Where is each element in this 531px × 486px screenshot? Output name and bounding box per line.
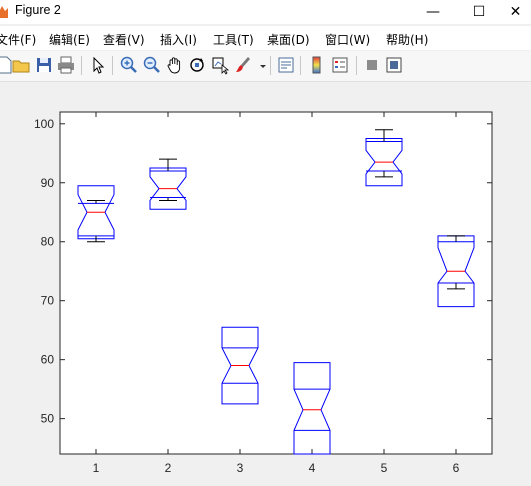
link-plot-icon[interactable] (276, 55, 296, 75)
menu-desktop[interactable]: 桌面(D) (267, 31, 310, 48)
legend-icon[interactable] (330, 55, 350, 75)
y-tick-label: 50 (41, 412, 55, 426)
minimize-button[interactable]: — (410, 0, 456, 24)
minimize-icon: — (426, 4, 440, 20)
rotate-3d-icon[interactable] (187, 55, 207, 75)
pan-hand-icon[interactable] (165, 55, 185, 75)
plot-area (59, 111, 493, 455)
toolbar-separator (112, 56, 113, 75)
title-bar: Figure 2 — ☐ ✕ (0, 0, 531, 24)
menu-help[interactable]: 帮助(H) (386, 31, 428, 48)
toolbar-separator (270, 56, 271, 75)
zoom-in-icon[interactable] (119, 55, 139, 75)
open-file-icon[interactable] (11, 55, 31, 75)
toolbar-separator (81, 56, 82, 75)
close-button[interactable]: ✕ (500, 0, 531, 24)
x-tick-label: 4 (309, 461, 316, 475)
brush-dropdown-icon[interactable] (253, 55, 266, 75)
colorbar-icon[interactable] (306, 55, 326, 75)
x-tick-label: 3 (237, 461, 244, 475)
x-tick-label: 6 (453, 461, 460, 475)
x-tick-label: 5 (381, 461, 388, 475)
save-icon[interactable] (34, 55, 54, 75)
x-tick-label: 1 (93, 461, 100, 475)
toolbar-separator (300, 56, 301, 75)
toolbar-separator (356, 56, 357, 75)
figure-canvas: 50 60 70 80 90 100 1 2 3 4 5 6 (0, 82, 531, 486)
maximize-button[interactable]: ☐ (456, 0, 502, 24)
y-tick-label: 90 (41, 176, 55, 190)
boxplot-chart[interactable]: 50 60 70 80 90 100 1 2 3 4 5 6 (0, 82, 531, 486)
edit-plot-arrow-icon[interactable] (88, 55, 108, 75)
y-tick-label: 100 (34, 117, 54, 131)
y-tick-label: 80 (41, 235, 55, 249)
x-tick-label: 2 (165, 461, 172, 475)
hide-plot-tools-icon[interactable] (362, 55, 382, 75)
toolbar (0, 51, 531, 82)
data-cursor-icon[interactable] (210, 55, 230, 75)
print-icon[interactable] (56, 55, 76, 75)
menu-edit[interactable]: 编辑(E) (49, 31, 90, 48)
y-tick-label: 70 (41, 294, 55, 308)
window-title: Figure 2 (15, 3, 61, 17)
y-tick-label: 60 (41, 353, 55, 367)
menu-window[interactable]: 窗口(W) (325, 31, 370, 48)
close-icon: ✕ (509, 4, 522, 20)
zoom-out-icon[interactable] (142, 55, 162, 75)
menu-view[interactable]: 查看(V) (103, 31, 145, 48)
menu-insert[interactable]: 插入(I) (160, 31, 197, 48)
brush-icon[interactable] (233, 55, 253, 75)
menu-bar: 文件(F) 编辑(E) 查看(V) 插入(I) 工具(T) 桌面(D) 窗口(W… (0, 26, 531, 50)
matlab-logo-icon (0, 6, 8, 18)
show-plot-tools-icon[interactable] (384, 55, 404, 75)
menu-file[interactable]: 文件(F) (0, 31, 36, 48)
maximize-icon: ☐ (472, 4, 486, 20)
menu-tools[interactable]: 工具(T) (213, 31, 254, 48)
